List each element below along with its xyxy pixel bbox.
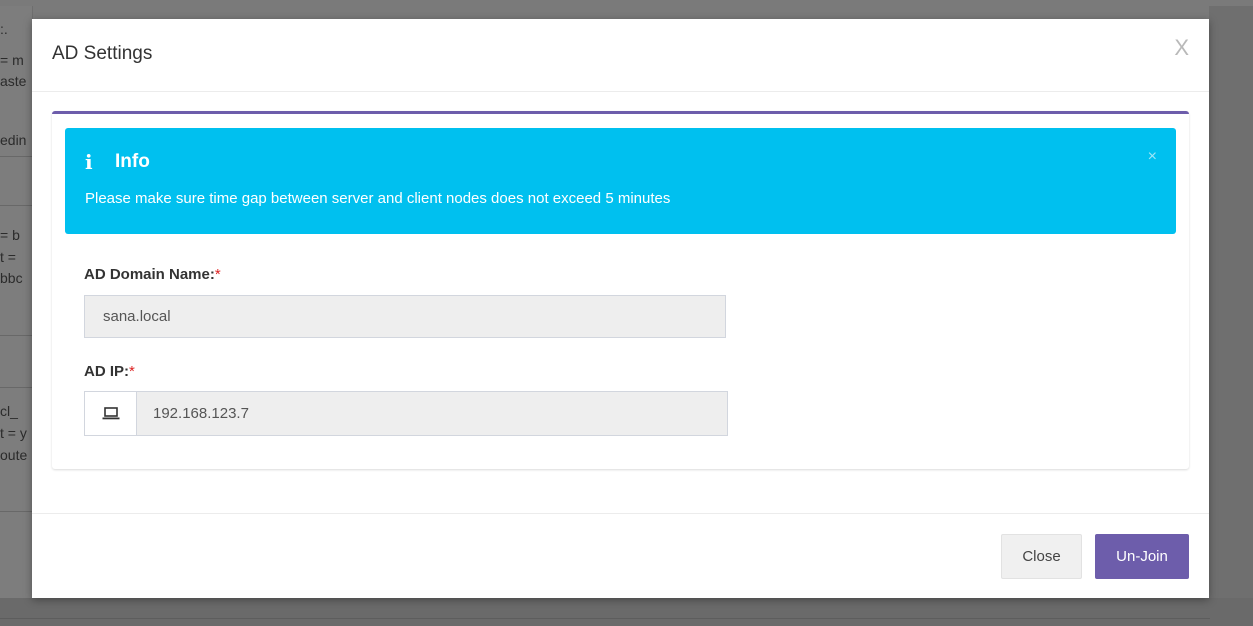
laptop-icon [102, 407, 120, 420]
ad-settings-modal: AD Settings X i Info × Please make sure … [32, 19, 1209, 598]
background-divider [0, 335, 32, 336]
background-divider [0, 618, 1210, 619]
background-divider [0, 156, 32, 157]
domain-label-text: AD Domain Name: [84, 266, 215, 283]
ip-label: AD IP:* [84, 363, 135, 380]
required-marker: * [214, 266, 221, 283]
background-text: :. [0, 21, 8, 37]
modal-title: AD Settings [52, 43, 153, 64]
background-divider [0, 511, 32, 512]
alert-title: Info [115, 151, 150, 172]
ip-label-text: AD IP: [84, 363, 129, 380]
background-text: = b [0, 227, 20, 243]
ip-input[interactable]: 192.168.123.7 [137, 391, 728, 436]
unjoin-button[interactable]: Un-Join [1095, 534, 1189, 579]
background-divider [0, 205, 32, 206]
background-text: = m [0, 52, 24, 68]
settings-box: i Info × Please make sure time gap betwe… [52, 111, 1189, 469]
modal-footer: Close Un-Join [32, 513, 1209, 599]
ip-input-group: 192.168.123.7 [84, 391, 728, 436]
background-bottom [0, 598, 1253, 626]
background-panel: :. = m aste edin = b t = bbc cl_ t = y o… [0, 6, 33, 620]
background-text: bbc [0, 270, 23, 286]
domain-input[interactable]: sana.local [84, 295, 726, 338]
info-alert: i Info × Please make sure time gap betwe… [65, 128, 1176, 234]
alert-message: Please make sure time gap between server… [85, 190, 671, 207]
background-text: oute [0, 447, 28, 463]
domain-label: AD Domain Name:* [84, 266, 221, 283]
info-icon: i [85, 150, 93, 174]
background-text: cl_ [0, 403, 18, 419]
background-right-panel [1209, 6, 1253, 620]
background-text: t = [0, 249, 16, 265]
background-text: edin [0, 132, 27, 148]
background-text: t = y [0, 425, 27, 441]
alert-close-icon[interactable]: × [1148, 148, 1157, 166]
ip-addon [84, 391, 137, 436]
close-button[interactable]: Close [1001, 534, 1082, 579]
background-text: aste [0, 73, 27, 89]
modal-header: AD Settings X [32, 19, 1209, 92]
modal-close-button[interactable]: X [1174, 35, 1189, 61]
background-divider [0, 387, 32, 388]
required-marker: * [129, 363, 135, 380]
